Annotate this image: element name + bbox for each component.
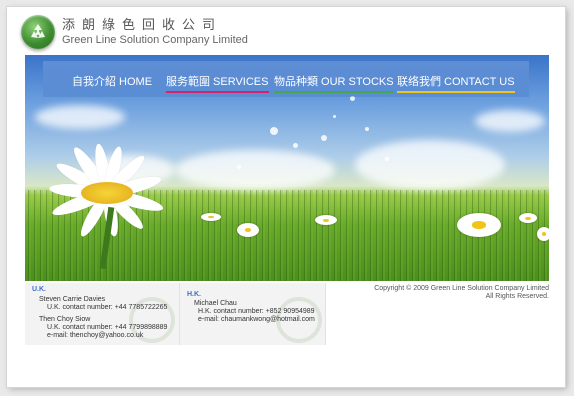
hero-banner: 自我介紹 HOME 服务範圍 SERVICES 物品种類 OUR STOCKS …: [25, 55, 549, 281]
sparkle: [321, 135, 327, 141]
sparkle: [270, 127, 278, 135]
cloud: [175, 150, 335, 190]
copyright-line-2: All Rights Reserved.: [485, 293, 549, 300]
hk-person-1-email[interactable]: e-mail: chaumankwong@hotmail.com: [198, 316, 315, 323]
cloud: [35, 105, 125, 129]
uk-person-1-name: Steven Carrie Davies: [39, 296, 106, 303]
hk-person-1-name: Michael Chau: [194, 300, 237, 307]
company-name-chinese: 添朗綠色回收公司: [62, 18, 223, 33]
recycle-icon[interactable]: [21, 15, 55, 49]
uk-person-2-name: Then Choy Siow: [39, 316, 91, 323]
hk-contact-panel: H.K. Michael Chau H.K. contact number: +…: [180, 283, 326, 345]
nav-contact-underline: [397, 91, 515, 93]
page-frame: 添朗綠色回收公司 Green Line Solution Company Lim…: [7, 7, 565, 387]
nav-stocks[interactable]: 物品种類 OUR STOCKS: [274, 73, 394, 93]
nav-contact[interactable]: 联络我們 CONTACT US: [397, 73, 515, 93]
cloud: [475, 110, 545, 132]
sparkle: [365, 127, 369, 131]
nav-stocks-underline: [274, 91, 394, 93]
sparkle: [293, 143, 298, 148]
nav-stocks-label: 物品种類 OUR STOCKS: [274, 76, 394, 88]
daisy-flower-small: [537, 227, 549, 241]
daisy-flower-small: [201, 213, 221, 221]
daisy-flower-small: [237, 223, 259, 237]
uk-person-1-phone: U.K. contact number: +44 7785722265: [47, 304, 168, 311]
nav-services-label: 服务範圍 SERVICES: [166, 76, 269, 88]
cloud: [355, 140, 505, 190]
hk-person-1-phone: H.K. contact number: +852 90954989: [198, 308, 315, 315]
nav-services[interactable]: 服务範圍 SERVICES: [166, 73, 269, 93]
nav-contact-label: 联络我們 CONTACT US: [397, 76, 515, 88]
daisy-flower-small: [457, 213, 501, 237]
daisy-flower-small: [315, 215, 337, 225]
daisy-flower-small: [519, 213, 537, 223]
uk-person-2-email[interactable]: e-mail: thenchoy@yahoo.co.uk: [47, 332, 143, 339]
sparkle: [385, 157, 389, 161]
hk-heading: H.K.: [187, 291, 201, 298]
sparkle: [333, 115, 336, 118]
nav-services-underline: [166, 91, 269, 93]
company-name-english: Green Line Solution Company Limited: [62, 34, 248, 46]
nav-home[interactable]: 自我介紹 HOME: [72, 73, 152, 89]
nav-home-label: 自我介紹 HOME: [72, 76, 153, 88]
copyright-line-1: Copyright © 2009 Green Line Solution Com…: [374, 285, 549, 292]
sparkle: [237, 165, 241, 169]
uk-contact-panel: U.K. Steven Carrie Davies U.K. contact n…: [25, 283, 180, 345]
recycle-icon-glyph: [31, 24, 45, 38]
uk-heading: U.K.: [32, 286, 46, 293]
uk-person-2-phone: U.K. contact number: +44 7799898889: [47, 324, 168, 331]
